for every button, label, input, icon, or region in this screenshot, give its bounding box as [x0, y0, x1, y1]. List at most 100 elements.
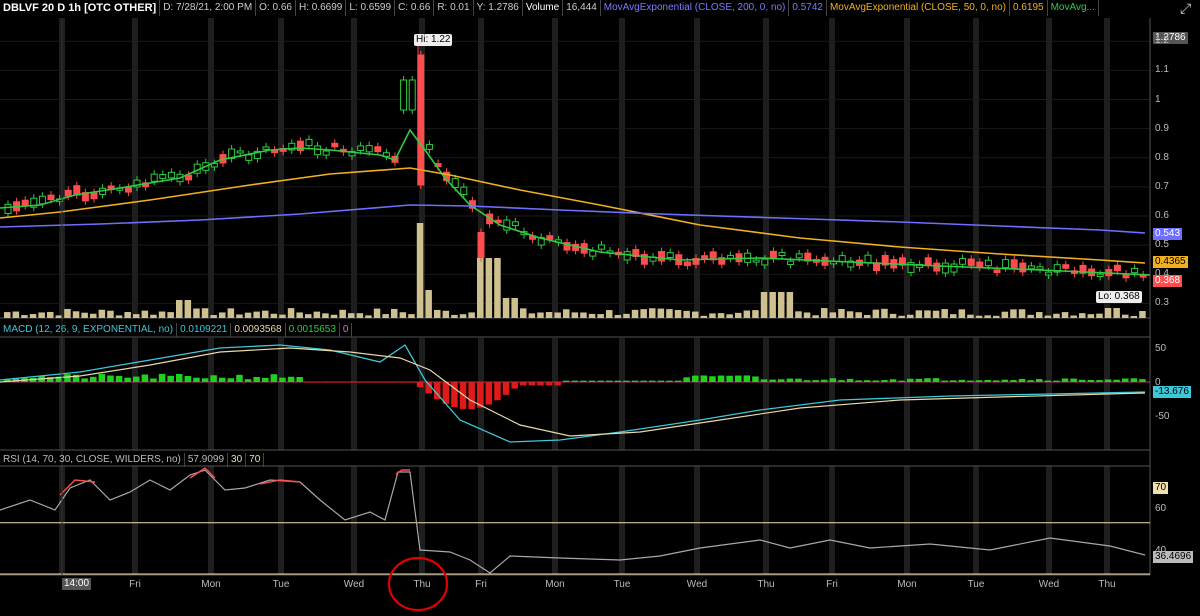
time-axis-day: Tue: [613, 579, 631, 590]
macd-histogram-bar: [373, 382, 381, 383]
volume-label[interactable]: Volume: [523, 0, 564, 16]
candle: [314, 145, 322, 156]
macd-histogram-bar: [623, 380, 630, 382]
macd-histogram-bar: [356, 382, 364, 383]
chart-canvas[interactable]: [0, 0, 1200, 616]
macd-histogram-bar: [967, 380, 974, 382]
candle: [984, 259, 992, 267]
volume-bar: [683, 310, 690, 318]
macd-histogram-bar: [416, 382, 424, 388]
rsi-label[interactable]: RSI (14, 70, 30, CLOSE, WILDERS, no): [0, 453, 185, 467]
macd-histogram-bar: [631, 380, 639, 382]
volume-bar: [958, 309, 966, 318]
macd-histogram-bar: [993, 380, 1000, 382]
macd-histogram-bar: [219, 377, 226, 382]
macd-histogram-bar: [889, 379, 897, 382]
candle: [941, 262, 949, 274]
symbol-title[interactable]: DBLVF 20 D 1h [OTC OTHER]: [0, 0, 161, 16]
candle: [993, 269, 1001, 274]
volume-bar: [408, 314, 415, 318]
volume-bar: [348, 313, 355, 318]
volume-bar: [709, 313, 716, 318]
day-separator: [904, 466, 910, 575]
volume-bar: [459, 314, 467, 318]
macd-histogram-bar: [287, 376, 295, 382]
candle: [976, 261, 984, 268]
price-tick: 1.2: [1155, 35, 1169, 47]
volume-bar: [21, 315, 28, 318]
macd-histogram-bar: [958, 379, 966, 382]
price-tick: 1.1: [1155, 64, 1169, 76]
macd-histogram-bar: [924, 378, 931, 382]
time-axis-day: Fri: [475, 579, 487, 590]
volume-bar: [210, 315, 217, 318]
volume-bar: [167, 312, 174, 318]
macd-histogram-bar: [365, 382, 372, 383]
candle: [90, 192, 98, 200]
cursor-y: Y: 1.2786: [474, 0, 523, 16]
candle: [1027, 265, 1035, 270]
expand-icon[interactable]: ⤢: [1180, 0, 1191, 17]
volume-bar: [176, 300, 183, 318]
day-separator: [552, 18, 558, 318]
day-separator: [351, 18, 357, 318]
volume-bar: [838, 309, 845, 318]
macd-histogram-bar: [846, 378, 854, 382]
ema50-label[interactable]: MovAvgExponential (CLOSE, 50, 0, no): [827, 0, 1010, 16]
volume-bar: [107, 310, 114, 318]
volume-bar: [29, 314, 37, 318]
volume-bar: [425, 290, 432, 318]
macd-zero: 0: [340, 323, 353, 337]
volume-bar: [864, 314, 871, 318]
macd-histogram-bar: [322, 382, 329, 383]
day-separator: [973, 338, 979, 450]
volume-bar: [434, 309, 441, 318]
volume-bar: [950, 314, 957, 318]
macd-histogram-bar: [339, 382, 346, 383]
macd-histogram-bar: [907, 378, 914, 382]
volume-bar: [674, 310, 682, 318]
volume-bar: [924, 310, 931, 318]
macd-label[interactable]: MACD (12, 26, 9, EXPONENTIAL, no): [0, 323, 178, 337]
candle: [322, 150, 330, 156]
day-separator: [829, 466, 835, 575]
volume-bar: [692, 311, 699, 318]
day-separator: [829, 18, 835, 318]
day-separator: [208, 466, 214, 575]
macd-histogram-bar: [133, 376, 140, 382]
candle: [417, 54, 425, 186]
day-separator: [694, 338, 700, 450]
price-tick: 0.6: [1155, 210, 1169, 222]
ema50-price-tag: 0.4365: [1153, 256, 1188, 268]
candle: [21, 199, 29, 207]
volume-bar: [554, 312, 561, 318]
volume-bar: [717, 313, 725, 318]
ema20-label[interactable]: MovAvg...: [1048, 0, 1099, 16]
ema200-label[interactable]: MovAvgExponential (CLOSE, 200, 0, no): [601, 0, 790, 16]
time-axis-day: Mon: [897, 579, 917, 590]
price-tick: 0.7: [1155, 180, 1169, 192]
macd-value: 0.0109221: [177, 323, 232, 337]
volume-bar: [201, 308, 209, 318]
candle: [864, 254, 872, 264]
volume-bar: [752, 310, 759, 318]
macd-histogram-bar: [201, 378, 209, 382]
time-axis-day: Wed: [686, 579, 708, 590]
volume-bar: [597, 314, 604, 318]
day-separator: [132, 338, 138, 450]
macd-avg: 0.0093568: [231, 323, 286, 337]
rsi-current-tag: 36.4696: [1153, 551, 1194, 563]
rsi-overbought: 70: [246, 453, 265, 467]
candle: [38, 195, 46, 205]
volume-bar: [416, 223, 424, 318]
candle: [245, 154, 253, 161]
candle: [408, 79, 416, 111]
macd-histogram-bar: [391, 382, 398, 383]
volume-bar: [795, 311, 802, 318]
volume-bar: [313, 311, 321, 318]
volume-bar: [726, 314, 733, 318]
macd-tick-minus50: -50: [1155, 411, 1170, 422]
volume-bar: [305, 314, 312, 318]
candle: [967, 258, 975, 266]
time-cursor-label: 14:00: [62, 578, 92, 590]
